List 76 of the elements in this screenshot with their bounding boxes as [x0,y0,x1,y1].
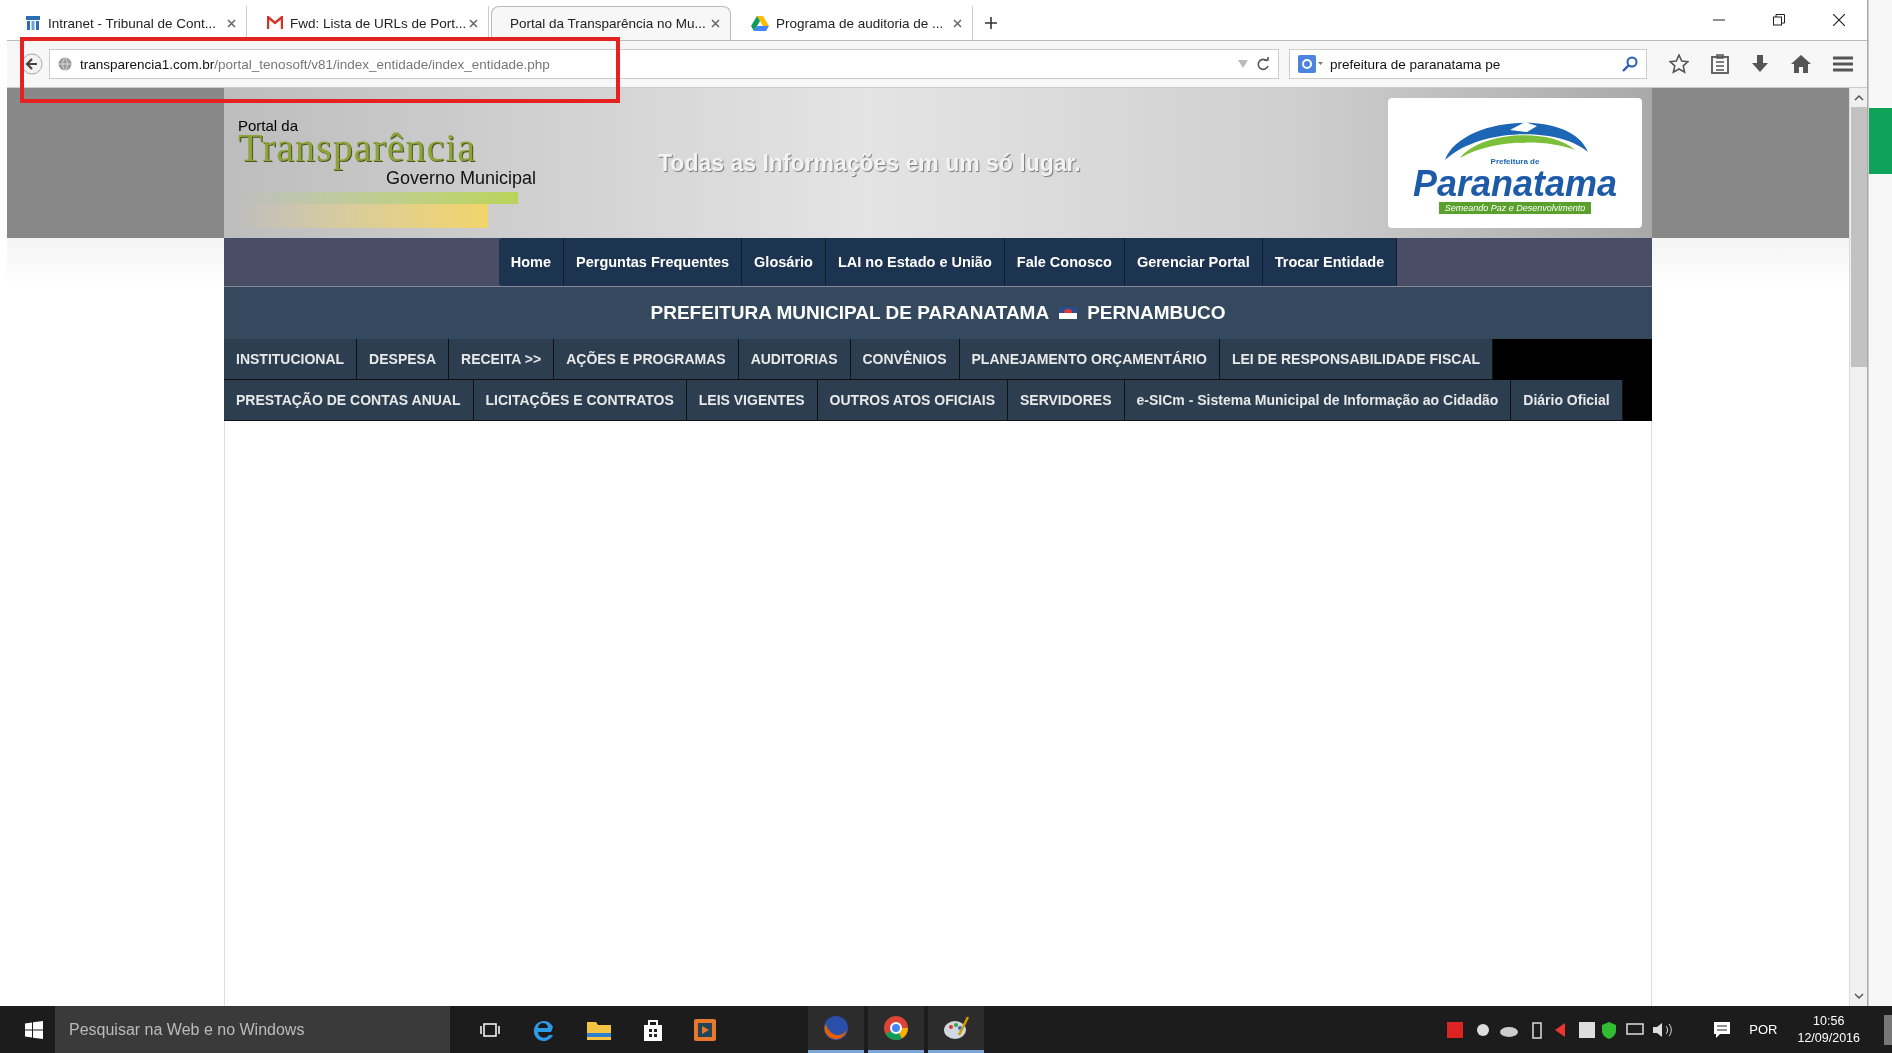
home-icon[interactable] [1791,54,1811,74]
menu-icon[interactable] [1833,55,1853,73]
entity-name: PREFEITURA MUNICIPAL DE PARANATAMA [650,302,1050,324]
logo-tagline: Semeando Paz e Desenvolvimento [1438,202,1592,214]
nav-link[interactable]: LAI no Estado e União [825,238,1005,286]
globe-icon [58,57,72,71]
input-language[interactable]: POR [1749,1022,1778,1037]
menu-item[interactable]: LICITAÇÕES E CONTRATOS [473,380,687,421]
search-icon[interactable] [1622,56,1638,72]
menu-item[interactable]: LEI DE RESPONSABILIDADE FISCAL [1219,339,1494,380]
menu-item[interactable]: RECEITA >> [449,339,555,380]
nav-link[interactable]: Gerenciar Portal [1124,238,1263,286]
paint-palette-icon [943,1015,969,1041]
mail-icon [267,16,283,30]
nav-link[interactable]: Glosário [742,238,826,286]
nav-link[interactable]: Perguntas Frequentes [564,238,743,286]
nav-link[interactable]: Fale Conosco [1004,238,1125,286]
task-view-icon[interactable] [480,1021,500,1038]
nav-link[interactable]: Trocar Entidade [1262,238,1398,286]
back-icon[interactable] [21,53,43,75]
taskbar-search-field[interactable]: Pesquisar na Web e no Windows [55,1006,450,1053]
state-flag-icon [1059,307,1078,319]
building-icon [25,15,41,31]
url-text: transparencia1.com.br/portal_tenosoft/v81/index_entidade/index_entidade.php [80,56,550,72]
entity-state: PERNAMBUCO [1087,302,1226,324]
clipboard-icon[interactable] [1711,54,1729,74]
taskbar-app[interactable] [928,1006,984,1053]
grid-tile-icon [1869,108,1892,174]
scrollbar[interactable] [1849,88,1867,1006]
menu-item[interactable]: Diário Oficial [1511,380,1623,421]
brand-subtitle: Governo Municipal [385,168,536,188]
menu-item[interactable]: e-SICm - Sistema Municipal de Informação ao Cidadão [1124,380,1512,421]
media-player-icon[interactable] [694,1018,716,1041]
notification-icon[interactable] [1713,1020,1732,1039]
browser-tab[interactable]: Intranet - Tribunal de Cont... [7,6,247,40]
taskbar-app[interactable] [808,1006,864,1053]
taskbar-app[interactable] [868,1006,924,1053]
menu-item[interactable]: AUDITORIAS [738,339,851,380]
menu-item[interactable]: CONVÊNIOS [850,339,960,380]
circle-logo-icon [883,1015,909,1041]
search-field[interactable]: prefeitura de paranatama pe [1289,49,1647,79]
restore-icon[interactable] [1773,14,1785,26]
logo-name: Paranatama [1412,166,1618,202]
download-icon[interactable] [1751,54,1769,74]
menu-item[interactable]: INSTITUCIONAL [224,339,358,380]
logo-top-text: Prefeitura de [1490,157,1540,166]
clock-date[interactable]: 12/09/2016 [1797,1029,1860,1047]
shopping-bag-icon[interactable] [642,1017,664,1042]
menu-item[interactable]: PRESTAÇÃO DE CONTAS ANUAL [224,380,474,421]
scrollbar-thumb[interactable] [1850,107,1867,367]
address-field[interactable]: transparencia1.com.br/portal_tenosoft/v81/index_entidade/index_entidade.php [49,49,1279,79]
reload-icon[interactable] [1256,57,1270,71]
taskbar-search-placeholder: Pesquisar na Web e no Windows [69,1020,305,1039]
triangle-logo-icon [751,15,769,31]
menu-item[interactable]: AÇÕES E PROGRAMAS [554,339,739,380]
nav-link[interactable]: Home [498,238,564,286]
close-icon[interactable] [1833,14,1845,26]
new-tab-icon[interactable] [985,17,997,29]
menu-item[interactable]: PLANEJAMENTO ORÇAMENTÁRIO [959,339,1220,380]
menu-item[interactable]: DESPESA [357,339,450,380]
clock-time[interactable]: 10:56 [1813,1012,1845,1030]
menu-item[interactable]: LEIS VIGENTES [686,380,818,421]
browser-tab[interactable]: Portal da Transparência no Mu... [491,6,731,40]
browser-tab[interactable]: Programa de auditoria de ... [733,6,973,40]
scroll-down-icon[interactable] [1853,993,1864,1000]
star-icon[interactable] [1669,54,1689,74]
search-text: prefeitura de paranatama pe [1330,56,1501,72]
browser-tab[interactable]: Fwd: Lista de URLs de Port... [249,6,489,40]
fox-globe-icon [823,1015,849,1041]
slogan: Todas as Informações em um só lugar. [658,149,1081,177]
search-engine-icon[interactable] [1298,55,1324,73]
windows-start-icon[interactable] [25,1020,43,1039]
menu-item[interactable]: OUTROS ATOS OFICIAIS [817,380,1008,421]
menu-item[interactable]: SERVIDORES [1008,380,1125,421]
scroll-up-icon[interactable] [1853,94,1864,101]
show-desktop-button[interactable] [1884,1014,1892,1045]
